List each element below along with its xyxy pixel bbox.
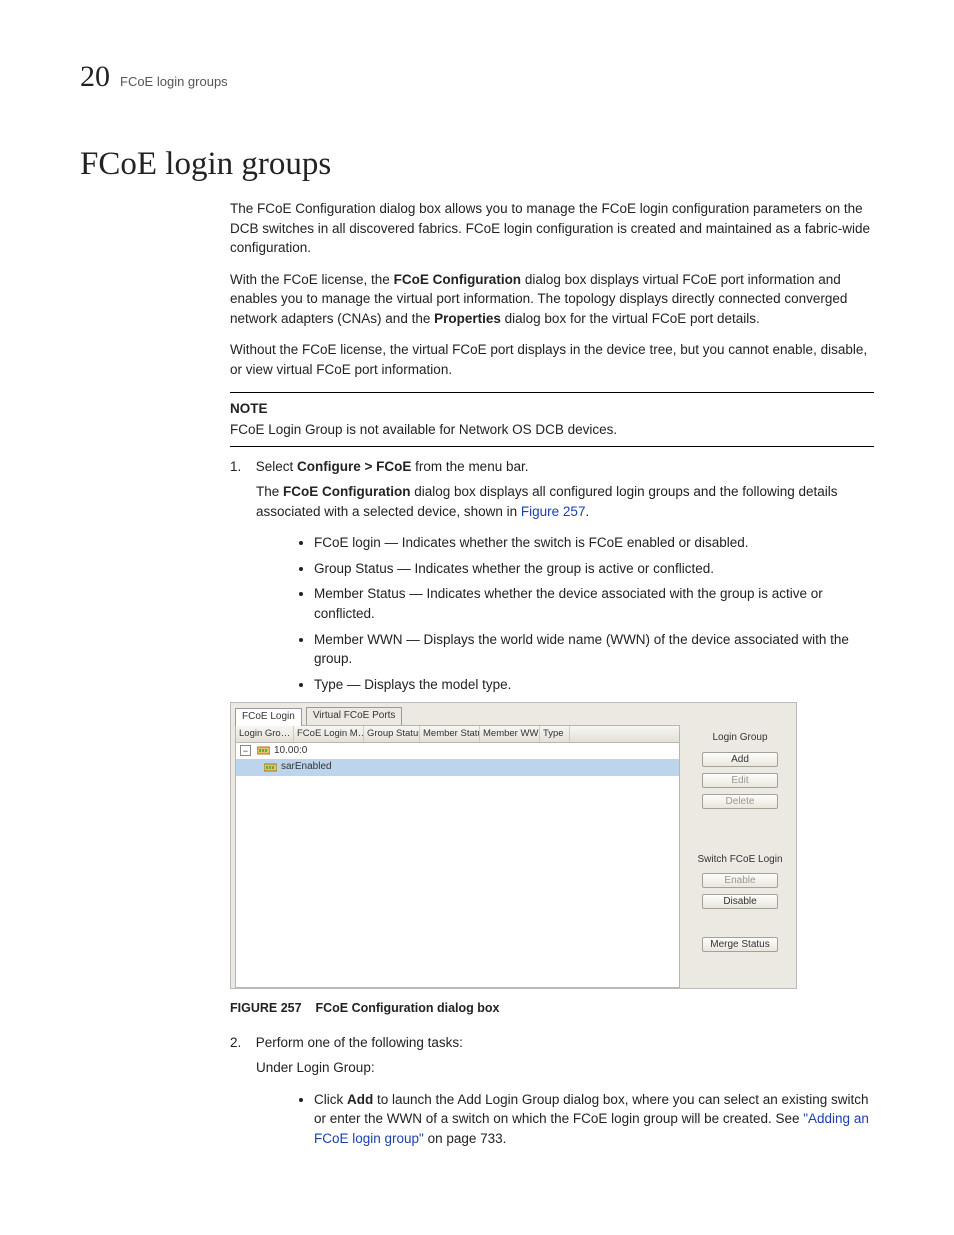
tree-root-row[interactable]: − 10.00:0	[236, 743, 679, 760]
switch-icon	[257, 745, 270, 756]
note-head: NOTE	[230, 399, 874, 419]
step-2-text: Perform one of the following tasks:	[256, 1035, 463, 1050]
tree-child-label: sarEnabled	[281, 760, 332, 775]
intro-p2-a: With the FCoE license, the	[230, 272, 394, 287]
intro-p2-b: FCoE Configuration	[394, 272, 521, 287]
tree-child-row[interactable]: sarEnabled	[236, 759, 679, 776]
figure-caption-text: FCoE Configuration dialog box	[315, 1001, 499, 1015]
figure-link[interactable]: Figure 257	[521, 504, 586, 519]
col-fcoe-login-m[interactable]: FCoE Login M…	[294, 726, 364, 742]
note-rule-bottom	[230, 446, 874, 447]
step-2: 2. Perform one of the following tasks:	[230, 1033, 874, 1053]
step-1: 1. Select Configure > FCoE from the menu…	[230, 457, 874, 477]
bullet-fcoe-login: FCoE login — Indicates whether the switc…	[314, 533, 874, 553]
merge-status-button[interactable]: Merge Status	[702, 937, 778, 952]
bullet-member-status: Member Status — Indicates whether the de…	[314, 584, 874, 623]
step-2-bullet-c: to launch the Add Login Group dialog box…	[314, 1092, 869, 1127]
expander-icon[interactable]: −	[240, 745, 251, 756]
bullet-member-wwn: Member WWN — Displays the world wide nam…	[314, 630, 874, 669]
fcoe-config-dialog: FCoE Login Virtual FCoE Ports Login Gro……	[230, 702, 797, 988]
tab-virtual-ports[interactable]: Virtual FCoE Ports	[306, 707, 403, 725]
step-1-sub-a: The	[256, 484, 283, 499]
chapter-number: 20	[80, 60, 110, 94]
step-1-sub: The FCoE Configuration dialog box displa…	[256, 482, 874, 521]
running-title: FCoE login groups	[120, 74, 228, 89]
grid-header: Login Gro… ▲ FCoE Login M… Group Status …	[235, 725, 680, 743]
col-type[interactable]: Type	[540, 726, 570, 742]
step-2-sub: Under Login Group:	[256, 1058, 874, 1078]
figure-caption-label: FIGURE 257	[230, 1001, 302, 1015]
add-button[interactable]: Add	[702, 752, 778, 767]
step-1-number: 1.	[230, 457, 252, 477]
col-member-wwn[interactable]: Member WWN	[480, 726, 540, 742]
figure-caption: FIGURE 257 FCoE Configuration dialog box	[230, 999, 874, 1017]
tree-root-label: 10.00:0	[274, 744, 307, 759]
enable-button[interactable]: Enable	[702, 873, 778, 888]
intro-p2: With the FCoE license, the FCoE Configur…	[230, 270, 874, 329]
intro-p1: The FCoE Configuration dialog box allows…	[230, 199, 874, 258]
switch-icon	[264, 762, 277, 773]
bullet-type: Type — Displays the model type.	[314, 675, 874, 695]
step-1-sub-d: .	[585, 504, 589, 519]
switch-fcoe-login-label: Switch FCoE Login	[692, 853, 788, 868]
page-title: FCoE login groups	[80, 146, 874, 183]
intro-p2-d: Properties	[434, 311, 501, 326]
edit-button[interactable]: Edit	[702, 773, 778, 788]
login-group-label: Login Group	[692, 731, 788, 746]
note-rule-top	[230, 392, 874, 393]
step-2-bullet: Click Add to launch the Add Login Group …	[314, 1090, 874, 1149]
delete-button[interactable]: Delete	[702, 794, 778, 809]
grid-body[interactable]: − 10.00:0 sarEnabled	[235, 743, 680, 988]
bullet-group-status: Group Status — Indicates whether the gro…	[314, 559, 874, 579]
col-login-group[interactable]: Login Gro… ▲	[236, 726, 294, 742]
step-2-bullet-d: on page 733.	[424, 1131, 507, 1146]
intro-p2-e: dialog box for the virtual FCoE port det…	[501, 311, 760, 326]
step-2-number: 2.	[230, 1033, 252, 1053]
col-member-status[interactable]: Member Status	[420, 726, 480, 742]
step-2-bullet-a: Click	[314, 1092, 347, 1107]
tab-fcoe-login[interactable]: FCoE Login	[235, 708, 302, 726]
intro-p3: Without the FCoE license, the virtual FC…	[230, 340, 874, 379]
col-group-status[interactable]: Group Status	[364, 726, 420, 742]
disable-button[interactable]: Disable	[702, 894, 778, 909]
step-1-text-a: Select	[256, 459, 297, 474]
step-2-bullet-b: Add	[347, 1092, 373, 1107]
note-body: FCoE Login Group is not available for Ne…	[230, 420, 874, 440]
step-1-text-b: Configure > FCoE	[297, 459, 411, 474]
step-1-text-c: from the menu bar.	[411, 459, 528, 474]
step-1-sub-b: FCoE Configuration	[283, 484, 410, 499]
